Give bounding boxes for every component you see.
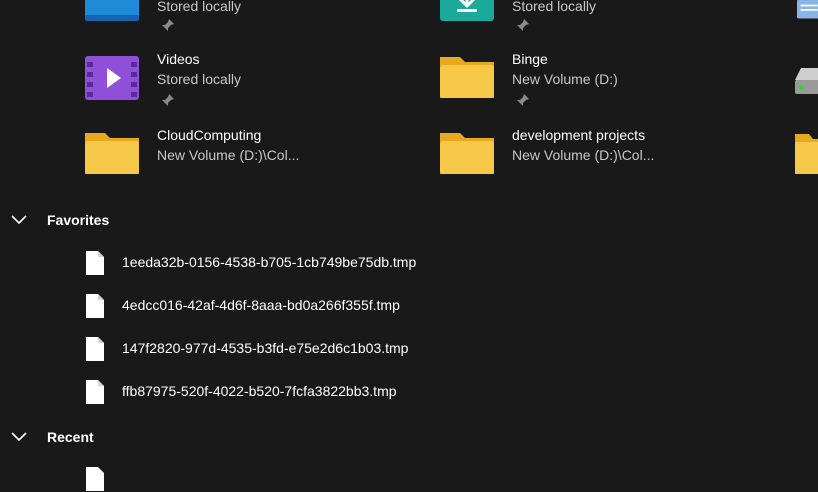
drive-icon[interactable] [795, 66, 818, 96]
pin-icon [162, 94, 174, 106]
file-name: 147f2820-977d-4535-b3fd-e75e2d6c1b03.tmp [122, 340, 409, 356]
file-icon [86, 294, 104, 318]
item-name: Videos [157, 51, 200, 67]
quick-access-item-top-left[interactable]: Stored locally [85, 0, 425, 35]
quick-access-item-cloudcomputing[interactable]: CloudComputing New Volume (D:)\Col... [85, 127, 425, 192]
item-subtitle: New Volume (D:) [512, 71, 618, 87]
chevron-down-icon[interactable] [10, 214, 28, 226]
item-name: Binge [512, 51, 548, 67]
videos-folder-icon [85, 56, 139, 100]
pin-icon [517, 19, 529, 31]
item-subtitle: Stored locally [157, 0, 242, 14]
quick-access-item-videos[interactable]: Videos Stored locally [85, 51, 425, 116]
file-name: ffb87975-520f-4022-b520-7fcfa3822bb3.tmp [122, 383, 397, 399]
pin-icon [162, 19, 174, 31]
folder-icon [440, 133, 494, 174]
item-subtitle: Stored locally [157, 71, 242, 87]
section-title-favorites[interactable]: Favorites [47, 212, 109, 228]
folder-icon [440, 57, 494, 98]
item-subtitle: Stored locally [512, 0, 597, 14]
item-subtitle: New Volume (D:)\Col... [157, 147, 300, 163]
documents-folder-icon[interactable] [795, 0, 818, 22]
quick-access-item-development-projects[interactable]: development projects New Volume (D:)\Col… [440, 127, 780, 192]
quick-access-item-binge[interactable]: Binge New Volume (D:) [440, 51, 780, 116]
file-icon [86, 251, 104, 275]
pin-icon [517, 94, 529, 106]
folder-icon[interactable] [795, 132, 818, 176]
file-name: 1eeda32b-0156-4538-b705-1cb749be75db.tmp [122, 254, 417, 270]
section-title-recent[interactable]: Recent [47, 429, 94, 445]
quick-access-item-downloads[interactable]: Stored locally [440, 0, 780, 35]
downloads-folder-icon [440, 0, 494, 21]
chevron-down-icon[interactable] [10, 431, 28, 443]
folder-icon [85, 133, 139, 174]
item-name: development projects [512, 127, 646, 143]
file-icon[interactable] [84, 466, 106, 492]
item-name: CloudComputing [157, 127, 262, 143]
file-icon [86, 380, 104, 404]
file-icon [86, 337, 104, 361]
item-subtitle: New Volume (D:)\Col... [512, 147, 655, 163]
blue-folder-icon [85, 0, 139, 21]
file-name: 4edcc016-42af-4d6f-8aaa-bd0a266f355f.tmp [122, 297, 400, 313]
